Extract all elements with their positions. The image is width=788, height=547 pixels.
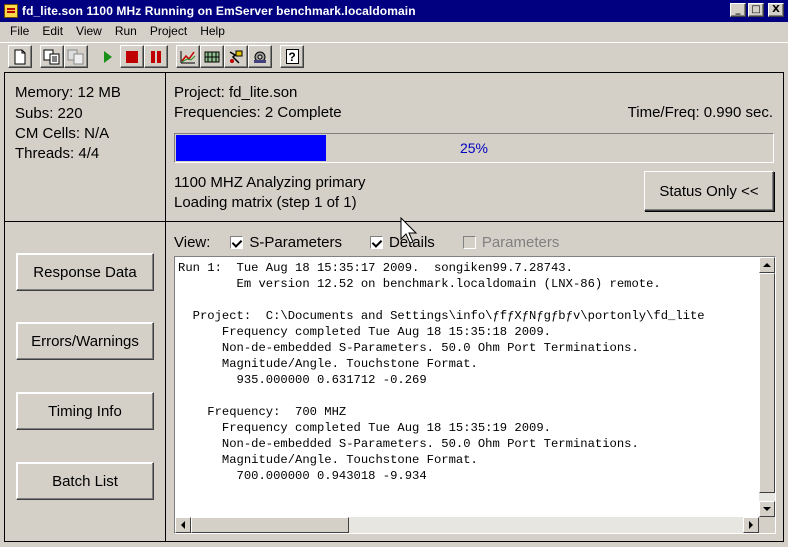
view-label: View:	[174, 233, 211, 251]
frequencies-label: Frequencies: 2 Complete	[174, 104, 342, 121]
probe-icon	[229, 50, 243, 64]
close-button[interactable]: X	[768, 3, 784, 17]
log-line: Non-de-embedded S-Parameters. 50.0 Ohm P…	[178, 341, 639, 355]
log-line: 700.000000 0.943018 -9.934	[178, 469, 427, 483]
progress-bar: 25%	[174, 133, 774, 163]
help-icon: ?	[285, 49, 299, 64]
details-checkbox-box[interactable]	[369, 235, 383, 249]
run-icon	[104, 50, 112, 63]
log-line: Frequency: 700 MHZ	[178, 405, 347, 419]
copy-button[interactable]	[40, 45, 64, 68]
vertical-scroll-thumb[interactable]	[759, 273, 775, 493]
cm-cells-stat: CM Cells: N/A	[15, 125, 110, 142]
time-per-freq-label: Time/Freq: 0.990 sec.	[627, 104, 773, 121]
stop-icon	[126, 50, 138, 63]
new-file-button[interactable]	[8, 45, 32, 68]
scroll-down-button[interactable]	[759, 501, 775, 517]
arrow-down-icon	[763, 507, 771, 511]
layout-button[interactable]	[200, 45, 224, 68]
mouse-cursor-icon	[400, 217, 418, 244]
app-icon[interactable]	[4, 4, 18, 18]
log-panel: View: S-Parameters Details Parameters Ru…	[165, 222, 784, 542]
memory-stat: Memory: 12 MB	[15, 84, 121, 101]
log-line: Project: C:\Documents and Settings\info\…	[178, 309, 705, 323]
scroll-corner	[759, 517, 775, 533]
window-controls: _ □ X	[730, 3, 784, 17]
parameters-checkbox-box	[462, 235, 476, 249]
sparams-checkbox-label: S-Parameters	[249, 233, 342, 251]
parameters-checkbox-label: Parameters	[481, 233, 560, 251]
stop-button[interactable]	[120, 45, 144, 68]
sparams-checkbox-box[interactable]	[230, 235, 244, 249]
view-options: View: S-Parameters Details Parameters	[174, 232, 587, 252]
settings-gear-icon	[254, 51, 266, 63]
toolbar: ?	[0, 42, 788, 70]
menu-bar: File Edit View Run Project Help	[0, 22, 788, 40]
status-only-button[interactable]: Status Only <<	[644, 171, 774, 211]
side-button-panel: Response Data Errors/Warnings Timing Inf…	[4, 222, 165, 542]
log-line: 935.000000 0.631712 -0.269	[178, 373, 427, 387]
scroll-left-button[interactable]	[175, 517, 191, 533]
log-output[interactable]: Run 1: Tue Aug 18 15:35:17 2009. songike…	[174, 256, 776, 534]
arrow-up-icon	[763, 263, 771, 267]
menu-help[interactable]: Help	[194, 22, 232, 40]
pause-button[interactable]	[144, 45, 168, 68]
stats-panel: Memory: 12 MB Subs: 220 CM Cells: N/A Th…	[4, 72, 165, 222]
new-file-icon	[14, 49, 26, 64]
copy-icon	[43, 49, 60, 64]
threads-stat: Threads: 4/4	[15, 145, 100, 162]
batch-list-button[interactable]: Batch List	[16, 462, 154, 500]
log-text: Run 1: Tue Aug 18 15:35:17 2009. songike…	[178, 260, 756, 514]
minimize-button[interactable]: _	[730, 3, 746, 17]
response-data-button[interactable]: Response Data	[16, 253, 154, 291]
horizontal-scrollbar[interactable]	[175, 517, 759, 533]
title-bar: fd_lite.son 1100 MHz Running on EmServer…	[0, 0, 788, 22]
matrix-status-line: Loading matrix (step 1 of 1)	[174, 194, 357, 211]
menu-run[interactable]: Run	[109, 22, 144, 40]
parameters-checkbox: Parameters	[462, 233, 560, 251]
analysis-status-line: 1100 MHZ Analyzing primary	[174, 174, 366, 191]
vertical-scrollbar[interactable]	[759, 257, 775, 517]
arrow-right-icon	[749, 521, 753, 529]
project-label: Project: fd_lite.son	[174, 84, 298, 101]
menu-view[interactable]: View	[70, 22, 109, 40]
log-line: Em version 12.52 on benchmark.localdomai…	[178, 277, 661, 291]
log-line: Run 1: Tue Aug 18 15:35:17 2009. songike…	[178, 261, 573, 275]
window-title: fd_lite.son 1100 MHz Running on EmServer…	[22, 4, 416, 18]
sparams-checkbox[interactable]: S-Parameters	[230, 234, 342, 251]
probe-button[interactable]	[224, 45, 248, 68]
paste-button[interactable]	[64, 45, 88, 68]
scroll-right-button[interactable]	[743, 517, 759, 533]
maximize-button[interactable]: □	[748, 3, 764, 17]
menu-project[interactable]: Project	[144, 22, 194, 40]
menu-edit[interactable]: Edit	[36, 22, 70, 40]
horizontal-scroll-thumb[interactable]	[191, 517, 349, 533]
menu-file[interactable]: File	[4, 22, 36, 40]
settings-button[interactable]	[248, 45, 272, 68]
layout-icon	[204, 51, 220, 62]
log-line: Frequency completed Tue Aug 18 15:35:19 …	[178, 421, 551, 435]
paste-icon	[67, 49, 84, 64]
subs-stat: Subs: 220	[15, 105, 83, 122]
log-line: Magnitude/Angle. Touchstone Format.	[178, 453, 478, 467]
log-line: Non-de-embedded S-Parameters. 50.0 Ohm P…	[178, 437, 639, 451]
pause-icon	[151, 50, 161, 63]
log-line: Magnitude/Angle. Touchstone Format.	[178, 357, 478, 371]
status-panel: Project: fd_lite.son Frequencies: 2 Comp…	[165, 72, 784, 222]
graph-icon	[180, 50, 196, 63]
run-button[interactable]	[96, 45, 120, 68]
timing-info-button[interactable]: Timing Info	[16, 392, 154, 430]
errors-warnings-button[interactable]: Errors/Warnings	[16, 322, 154, 360]
log-line: Frequency completed Tue Aug 18 15:35:18 …	[178, 325, 551, 339]
graph-button[interactable]	[176, 45, 200, 68]
scroll-up-button[interactable]	[759, 257, 775, 273]
progress-percent: 25%	[459, 140, 489, 156]
help-button[interactable]: ?	[280, 45, 304, 68]
arrow-left-icon	[181, 521, 185, 529]
